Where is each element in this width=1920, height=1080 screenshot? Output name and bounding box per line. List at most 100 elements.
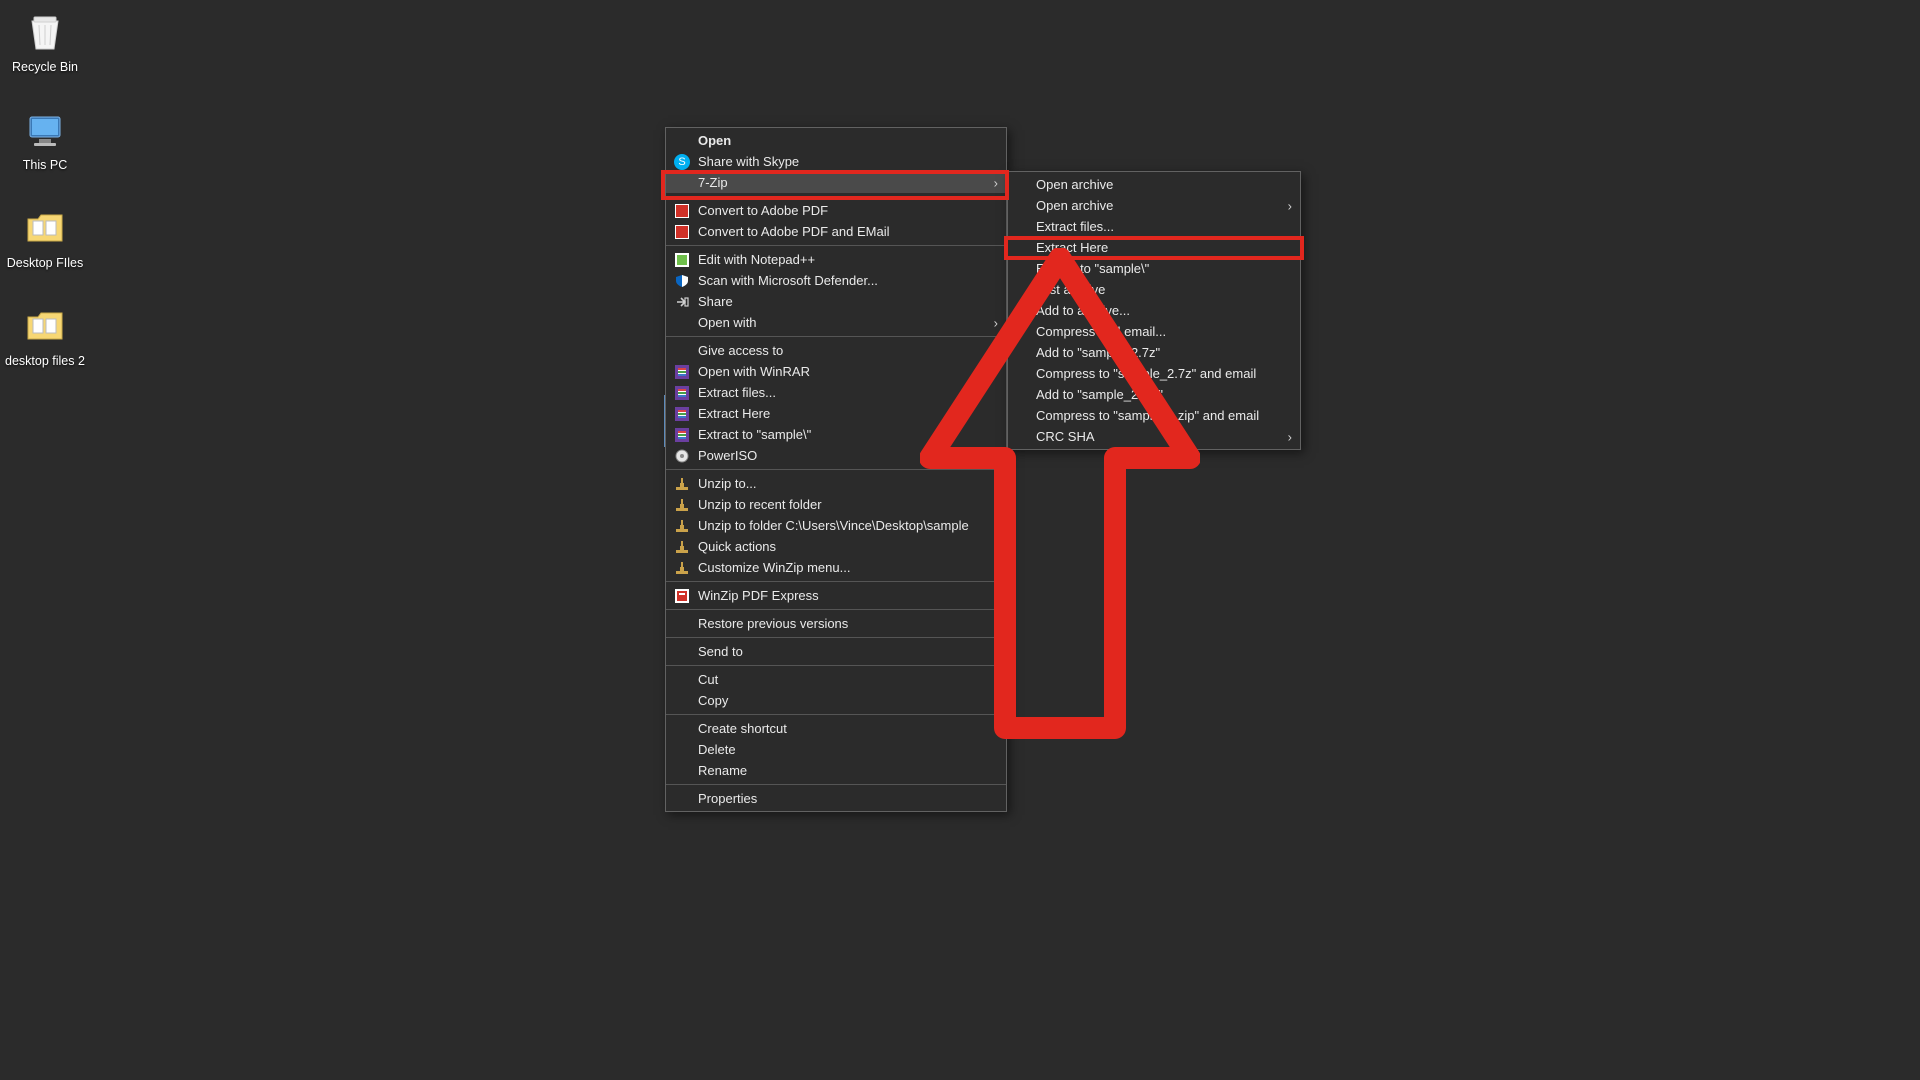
menu-item-scan-with-microsoft-defender[interactable]: Scan with Microsoft Defender... (666, 270, 1006, 291)
recycle-bin-icon (21, 8, 69, 56)
menu-item-label: Extract Here (698, 406, 982, 421)
menu-separator (666, 581, 1006, 582)
menu-item-crc-sha[interactable]: CRC SHA› (1008, 426, 1300, 447)
menu-item-add-to-sample-2-7z[interactable]: Add to "sample_2.7z" (1008, 342, 1300, 363)
menu-item-unzip-to[interactable]: Unzip to... (666, 473, 1006, 494)
menu-item-properties[interactable]: Properties (666, 788, 1006, 809)
menu-item-rename[interactable]: Rename (666, 760, 1006, 781)
menu-item-open-archive[interactable]: Open archive (1008, 174, 1300, 195)
menu-item-label: Give access to (698, 343, 982, 358)
menu-item-label: Add to "sample_2.7z" (1036, 345, 1276, 360)
menu-item-label: Extract to "sample\" (698, 427, 982, 442)
menu-item-compress-to-sample-2-7z-and-email[interactable]: Compress to "sample_2.7z" and email (1008, 363, 1300, 384)
menu-separator (666, 245, 1006, 246)
menu-item-label: Open (698, 133, 982, 148)
desktop-icon-folder-desktop-files-2[interactable]: desktop files 2 (0, 302, 90, 369)
menu-item-gutter (666, 385, 698, 401)
menu-item-quick-actions[interactable]: Quick actions› (666, 536, 1006, 557)
winrar-icon (674, 406, 690, 422)
chevron-right-icon: › (994, 315, 998, 330)
winzip-icon (674, 560, 690, 576)
menu-separator (666, 469, 1006, 470)
menu-item-gutter (666, 539, 698, 555)
menu-item-share-with-skype[interactable]: SShare with Skype (666, 151, 1006, 172)
menu-item-label: Create shortcut (698, 721, 982, 736)
winzip-pdf-icon (674, 588, 690, 604)
pdf-icon (674, 203, 690, 219)
menu-item-unzip-to-recent-folder[interactable]: Unzip to recent folder› (666, 494, 1006, 515)
pdf-mail-icon (674, 224, 690, 240)
chevron-right-icon: › (994, 644, 998, 659)
menu-item-open[interactable]: Open (666, 130, 1006, 151)
menu-item-customize-winzip-menu[interactable]: Customize WinZip menu... (666, 557, 1006, 578)
menu-item-gutter (666, 252, 698, 268)
menu-item-gutter (666, 497, 698, 513)
menu-item-create-shortcut[interactable]: Create shortcut (666, 718, 1006, 739)
menu-item-delete[interactable]: Delete (666, 739, 1006, 760)
desktop-icon-label: This PC (0, 158, 90, 173)
menu-item-cut[interactable]: Cut (666, 669, 1006, 690)
menu-item-label: PowerISO (698, 448, 982, 463)
menu-item-label: Copy (698, 693, 982, 708)
menu-item-share[interactable]: Share (666, 291, 1006, 312)
folder-icon (21, 302, 69, 350)
menu-item-convert-to-adobe-pdf-and-email[interactable]: Convert to Adobe PDF and EMail (666, 221, 1006, 242)
context-menu[interactable]: OpenSShare with Skype7-Zip›Convert to Ad… (665, 127, 1007, 812)
defender-icon (674, 273, 690, 289)
desktop-icon-recycle-bin[interactable]: Recycle Bin (0, 8, 90, 75)
chevron-right-icon: › (1288, 429, 1292, 444)
menu-separator (666, 609, 1006, 610)
menu-item-label: Share with Skype (698, 154, 982, 169)
menu-item-extract-files[interactable]: Extract files... (1008, 216, 1300, 237)
menu-item-compress-to-sample-2-zip-and-email[interactable]: Compress to "sample_2.zip" and email (1008, 405, 1300, 426)
menu-item-label: Edit with Notepad++ (698, 252, 982, 267)
menu-item-extract-here[interactable]: Extract Here (666, 403, 1006, 424)
menu-item-extract-here[interactable]: Extract Here (1008, 237, 1300, 258)
menu-item-convert-to-adobe-pdf[interactable]: Convert to Adobe PDF (666, 200, 1006, 221)
menu-item-poweriso[interactable]: PowerISO› (666, 445, 1006, 466)
menu-item-winzip-pdf-express[interactable]: WinZip PDF Express› (666, 585, 1006, 606)
menu-item-give-access-to[interactable]: Give access to› (666, 340, 1006, 361)
menu-item-label: Quick actions (698, 539, 982, 554)
menu-item-label: Open archive (1036, 177, 1276, 192)
menu-item-label: Extract Here (1036, 240, 1276, 255)
folder-icon (21, 204, 69, 252)
menu-item-label: WinZip PDF Express (698, 588, 982, 603)
menu-item-open-with[interactable]: Open with› (666, 312, 1006, 333)
menu-item-extract-files[interactable]: Extract files... (666, 382, 1006, 403)
menu-item-label: Compress and email... (1036, 324, 1276, 339)
winrar-icon (674, 364, 690, 380)
menu-item-gutter (666, 294, 698, 310)
desktop-icon-label: Desktop FIles (0, 256, 90, 271)
menu-item-add-to-archive[interactable]: Add to archive... (1008, 300, 1300, 321)
menu-item-test-archive[interactable]: Test archive (1008, 279, 1300, 300)
menu-item-gutter (666, 406, 698, 422)
menu-item-add-to-sample-2-zip[interactable]: Add to "sample_2.zip" (1008, 384, 1300, 405)
menu-item-gutter (666, 273, 698, 289)
menu-item-extract-to-sample[interactable]: Extract to "sample\" (1008, 258, 1300, 279)
menu-item-edit-with-notepad[interactable]: Edit with Notepad++ (666, 249, 1006, 270)
menu-item-open-archive[interactable]: Open archive› (1008, 195, 1300, 216)
menu-item-extract-to-sample[interactable]: Extract to "sample\" (666, 424, 1006, 445)
menu-item-7-zip[interactable]: 7-Zip› (666, 172, 1006, 193)
menu-item-label: Properties (698, 791, 982, 806)
menu-item-label: Extract files... (698, 385, 982, 400)
menu-item-label: Customize WinZip menu... (698, 560, 982, 575)
menu-item-compress-and-email[interactable]: Compress and email... (1008, 321, 1300, 342)
menu-item-label: Extract to "sample\" (1036, 261, 1276, 276)
menu-separator (666, 784, 1006, 785)
menu-item-unzip-to-folder-c-users-vince-desktop-sample[interactable]: Unzip to folder C:\Users\Vince\Desktop\s… (666, 515, 1006, 536)
menu-item-send-to[interactable]: Send to› (666, 641, 1006, 662)
desktop-icon-folder-desktop-files[interactable]: Desktop FIles (0, 204, 90, 271)
menu-item-gutter: S (666, 154, 698, 170)
this-pc-icon (21, 106, 69, 154)
context-submenu-7zip[interactable]: Open archive Open archive›Extract files..… (1007, 171, 1301, 450)
desktop-icon-this-pc[interactable]: This PC (0, 106, 90, 173)
menu-item-label: Scan with Microsoft Defender... (698, 273, 982, 288)
winzip-icon (674, 539, 690, 555)
winrar-icon (674, 385, 690, 401)
menu-item-label: Test archive (1036, 282, 1276, 297)
menu-item-open-with-winrar[interactable]: Open with WinRAR (666, 361, 1006, 382)
menu-item-restore-previous-versions[interactable]: Restore previous versions (666, 613, 1006, 634)
menu-item-copy[interactable]: Copy (666, 690, 1006, 711)
